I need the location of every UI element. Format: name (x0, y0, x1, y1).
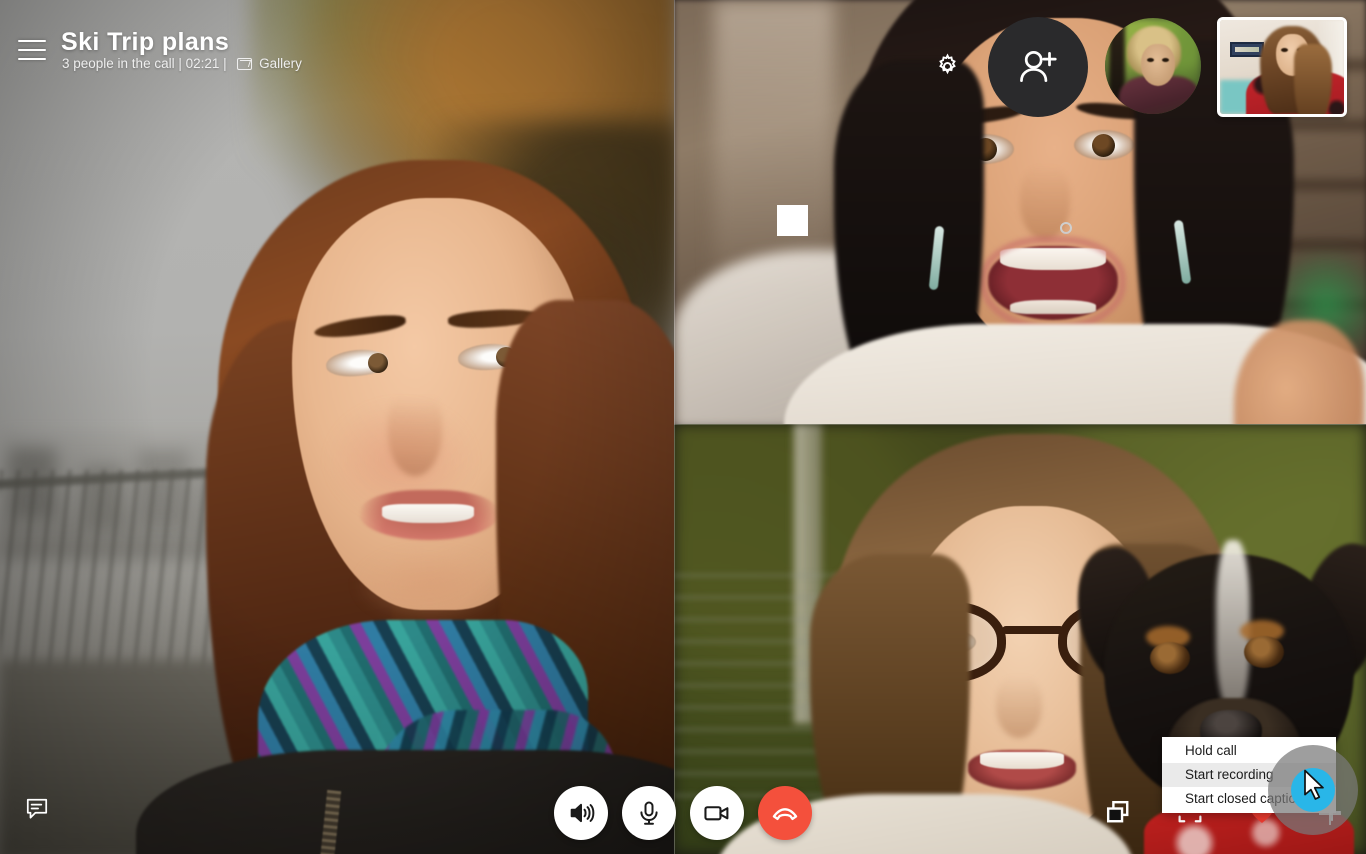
status-separator-1: | (174, 56, 186, 71)
microphone-icon (640, 801, 658, 825)
chat-bubble-icon[interactable] (24, 796, 50, 822)
white-square-overlay (777, 205, 808, 236)
gear-icon[interactable] (934, 53, 961, 80)
menu-item-hold-call[interactable]: Hold call (1162, 739, 1336, 763)
call-header: Ski Trip plans 3 people in the call | 02… (0, 0, 674, 96)
microphone-button[interactable] (622, 786, 676, 840)
main-video-tile[interactable] (0, 0, 674, 854)
vignette (0, 0, 674, 854)
participant-count: 3 people in the call (62, 56, 175, 71)
page-title: Ski Trip plans (61, 28, 230, 56)
video-camera-button[interactable] (690, 786, 744, 840)
screen-share-button[interactable] (1098, 792, 1138, 832)
screen-share-icon (1106, 800, 1129, 823)
speaker-button[interactable] (554, 786, 608, 840)
menu-item-start-recording[interactable]: Start recording (1162, 763, 1336, 787)
participant-thumbnail-circle[interactable] (1105, 18, 1201, 114)
call-options-context-menu: Hold call Start recording Start closed c… (1162, 737, 1336, 813)
status-separator-2: | (219, 56, 235, 71)
layout-mode-label[interactable]: Gallery (259, 56, 302, 71)
call-status-bar: 3 people in the call | 02:21 | Gallery (62, 56, 302, 71)
end-call-icon (772, 808, 798, 821)
gallery-icon (237, 57, 253, 70)
speaker-icon (570, 803, 595, 823)
add-person-button[interactable] (988, 17, 1088, 117)
end-call-button[interactable] (758, 786, 812, 840)
pane-divider-horizontal (674, 424, 1366, 425)
self-view-thumbnail[interactable] (1217, 17, 1347, 117)
hamburger-menu-icon[interactable] (14, 36, 50, 64)
pane-divider-vertical (674, 0, 675, 854)
add-person-icon (1020, 50, 1057, 83)
menu-item-start-closed-captioning[interactable]: Start closed captioning (1162, 787, 1336, 811)
call-duration: 02:21 (185, 56, 220, 71)
video-camera-icon (704, 806, 729, 821)
video-call-window: Ski Trip plans 3 people in the call | 02… (0, 0, 1366, 854)
